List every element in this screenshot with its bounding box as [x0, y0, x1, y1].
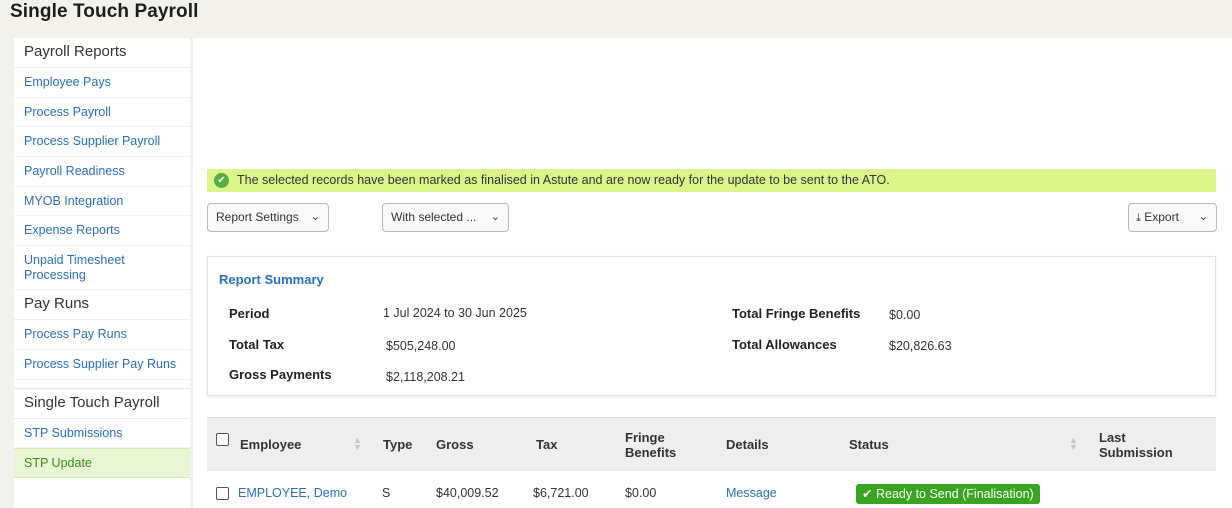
with-selected-dropdown[interactable]: With selected ... ⌄ [382, 203, 509, 232]
total-allowances-label: Total Allowances [732, 337, 837, 352]
total-allowances-value: $20,826.63 [889, 339, 952, 353]
details-message-link[interactable]: Message [726, 486, 777, 500]
column-status: Status [849, 437, 889, 452]
check-circle-icon: ✔ [214, 173, 229, 188]
period-value: 1 Jul 2024 to 30 Jun 2025 [383, 306, 527, 320]
column-last-line1: Last [1099, 430, 1126, 445]
column-fringe-benefits: Fringe Benefits [625, 430, 676, 460]
sidebar-item-myob-integration[interactable]: MYOB Integration [14, 187, 190, 217]
sidebar-item-process-supplier-payroll[interactable]: Process Supplier Payroll [14, 127, 190, 158]
row-checkbox[interactable] [216, 487, 229, 500]
sidebar-item-process-payroll[interactable]: Process Payroll [14, 98, 190, 128]
with-selected-label: With selected ... [391, 210, 477, 224]
export-button[interactable]: ⤓ Export ⌄ [1128, 203, 1217, 232]
total-tax-value: $505,248.00 [386, 339, 456, 353]
fringe-cell: $0.00 [625, 486, 657, 500]
chevron-down-icon: ⌄ [310, 211, 320, 223]
alert-text: The selected records have been marked as… [237, 173, 890, 187]
export-label: Export [1144, 210, 1179, 224]
check-icon: ✔ [862, 487, 873, 501]
sidebar-item-stp-update[interactable]: STP Update [14, 448, 190, 478]
table-row: EMPLOYEE, Demo S $40,009.52 $6,721.00 $0… [207, 471, 1216, 508]
sort-icon[interactable]: ▲ ▼ [353, 436, 362, 452]
report-summary-panel: Report Summary Period 1 Jul 2024 to 30 J… [207, 256, 1216, 396]
page-title: Single Touch Payroll [10, 1, 199, 22]
report-settings-button[interactable]: Report Settings ⌄ [207, 203, 329, 232]
column-last-submission: Last Submission [1099, 430, 1173, 460]
sidebar-item-process-pay-runs[interactable]: Process Pay Runs [14, 320, 190, 350]
sidebar-item-label: Unpaid Timesheet Processing [24, 253, 125, 283]
column-details: Details [726, 437, 769, 452]
tax-cell: $6,721.00 [533, 486, 589, 500]
table-header: Employee ▲ ▼ Type Gross Tax Fringe Benefit… [207, 417, 1216, 471]
gross-cell: $40,009.52 [436, 486, 499, 500]
success-alert: ✔ The selected records have been marked … [207, 169, 1216, 192]
status-badge: ✔ Ready to Send (Finalisation) [856, 484, 1040, 504]
employee-link[interactable]: EMPLOYEE, Demo [238, 486, 347, 500]
type-cell: S [382, 486, 391, 500]
sidebar-item-expense-reports[interactable]: Expense Reports [14, 216, 190, 247]
select-all-checkbox[interactable] [216, 433, 229, 446]
column-employee[interactable]: Employee [240, 437, 301, 452]
sidebar-section-single-touch-payroll: Single Touch Payroll [14, 389, 190, 419]
sidebar-item-employee-pays[interactable]: Employee Pays [14, 68, 190, 98]
gross-payments-label: Gross Payments [229, 367, 332, 382]
status-text: Ready to Send (Finalisation) [875, 487, 1034, 501]
total-tax-label: Total Tax [229, 337, 285, 352]
column-fringe-line2: Benefits [625, 445, 677, 460]
main-content: ✔ The selected records have been marked … [193, 38, 1232, 508]
column-tax: Tax [536, 437, 558, 452]
sidebar-divider [14, 380, 190, 389]
report-summary-title: Report Summary [219, 272, 324, 287]
period-label: Period [229, 306, 270, 321]
sidebar-item-unpaid-timesheet-processing[interactable]: Unpaid Timesheet Processing [14, 246, 190, 291]
sidebar-item-stp-submissions[interactable]: STP Submissions [14, 419, 190, 449]
total-fringe-benefits-label: Total Fringe Benefits [732, 306, 861, 321]
chevron-down-icon: ⌄ [490, 211, 500, 223]
column-last-line2: Submission [1099, 445, 1173, 460]
column-type: Type [383, 437, 413, 452]
download-icon: ⤓ [1136, 212, 1141, 224]
total-fringe-benefits-value: $0.00 [889, 308, 921, 322]
sidebar-section-pay-runs: Pay Runs [14, 290, 190, 321]
report-settings-label: Report Settings [216, 210, 299, 224]
gross-payments-value: $2,118,208.21 [386, 370, 466, 384]
sidebar: Payroll Reports Employee Pays Process Pa… [14, 38, 190, 508]
sort-icon[interactable]: ▲ ▼ [1069, 436, 1078, 452]
sidebar-section-payroll-reports: Payroll Reports [14, 38, 190, 68]
column-gross: Gross [436, 437, 474, 452]
sidebar-item-payroll-readiness[interactable]: Payroll Readiness [14, 157, 190, 187]
column-fringe-line1: Fringe [625, 430, 665, 445]
sidebar-item-process-supplier-pay-runs[interactable]: Process Supplier Pay Runs [14, 350, 190, 380]
chevron-down-icon: ⌄ [1198, 211, 1208, 223]
